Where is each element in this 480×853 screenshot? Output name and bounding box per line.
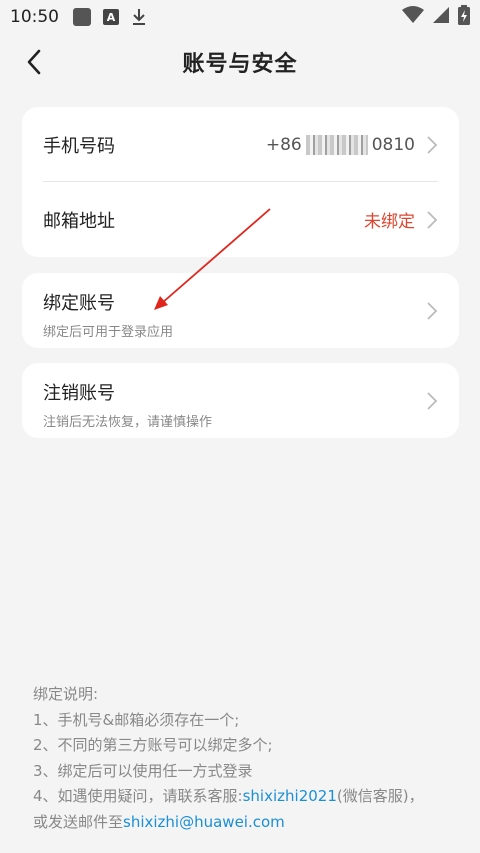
- download-icon: [131, 8, 147, 26]
- signal-icon: [432, 6, 450, 28]
- header: 账号与安全: [0, 34, 480, 90]
- cancel-account-label: 注销账号: [43, 383, 115, 404]
- email-label: 邮箱地址: [43, 210, 115, 232]
- cancel-account-subtitle: 注销后无法恢复，请谨慎操作: [43, 415, 213, 430]
- chevron-left-icon: [27, 49, 41, 75]
- notes-item-5-text: 或发送邮件至: [33, 812, 124, 831]
- status-bar: 10:50 A: [0, 0, 480, 34]
- phone-prefix: +86: [265, 134, 302, 155]
- chevron-right-icon: [427, 135, 438, 154]
- phone-masked-digits: [305, 134, 368, 155]
- email-status: 未绑定: [364, 212, 415, 232]
- cancel-account-row[interactable]: 注销账号 注销后无法恢复，请谨慎操作: [22, 363, 459, 438]
- phone-label: 手机号码: [43, 135, 115, 157]
- email-service-link[interactable]: shixizhi@huawei.com: [123, 813, 285, 831]
- status-time: 10:50: [10, 7, 59, 27]
- notes-item-3: 3、绑定后可以使用任一方式登录: [33, 761, 253, 780]
- notes-item-1: 1、手机号&邮箱必须存在一个;: [33, 710, 240, 729]
- cancel-account-card: 注销账号 注销后无法恢复，请谨慎操作: [22, 363, 459, 438]
- notes-item-4-suffix: (微信客服)，: [336, 787, 424, 805]
- notes-item-2: 2、不同的第三方账号可以绑定多个;: [33, 736, 273, 754]
- binding-notes: 绑定说明: 1、手机号&邮箱必须存在一个; 2、不同的第三方账号可以绑定多个; …: [33, 682, 463, 835]
- page-title: 账号与安全: [182, 52, 298, 77]
- notes-item-5: 或发送邮件至shixizhi@huawei.com: [33, 810, 463, 836]
- a-box-icon: A: [103, 9, 119, 25]
- back-button[interactable]: [18, 46, 50, 78]
- battery-charging-icon: [458, 5, 470, 29]
- wechat-service-link[interactable]: shixizhi2021: [243, 787, 337, 805]
- notes-title: 绑定说明:: [33, 685, 99, 703]
- bind-account-subtitle: 绑定后可用于登录应用: [43, 325, 174, 340]
- notes-item-4-text: 4、如遇使用疑问，请联系客服:: [33, 787, 243, 805]
- notes-item-4: 4、如遇使用疑问，请联系客服:shixizhi2021(微信客服)，: [33, 784, 463, 810]
- chevron-right-icon: [427, 210, 438, 229]
- chevron-right-icon: [427, 301, 438, 320]
- account-card: 手机号码 +86 0810 邮箱地址 未绑定: [22, 107, 459, 257]
- email-row[interactable]: 邮箱地址 未绑定: [22, 182, 459, 257]
- phone-row[interactable]: 手机号码 +86 0810: [22, 107, 459, 182]
- bind-account-card: 绑定账号 绑定后可用于登录应用: [22, 273, 459, 348]
- phone-suffix: 0810: [371, 134, 415, 155]
- bind-account-label: 绑定账号: [43, 293, 115, 314]
- phone-value: +86 0810: [265, 134, 415, 155]
- bind-account-row[interactable]: 绑定账号 绑定后可用于登录应用: [22, 273, 459, 348]
- wifi-icon: [402, 6, 424, 28]
- image-square-icon: [73, 8, 91, 26]
- chevron-right-icon: [427, 391, 438, 410]
